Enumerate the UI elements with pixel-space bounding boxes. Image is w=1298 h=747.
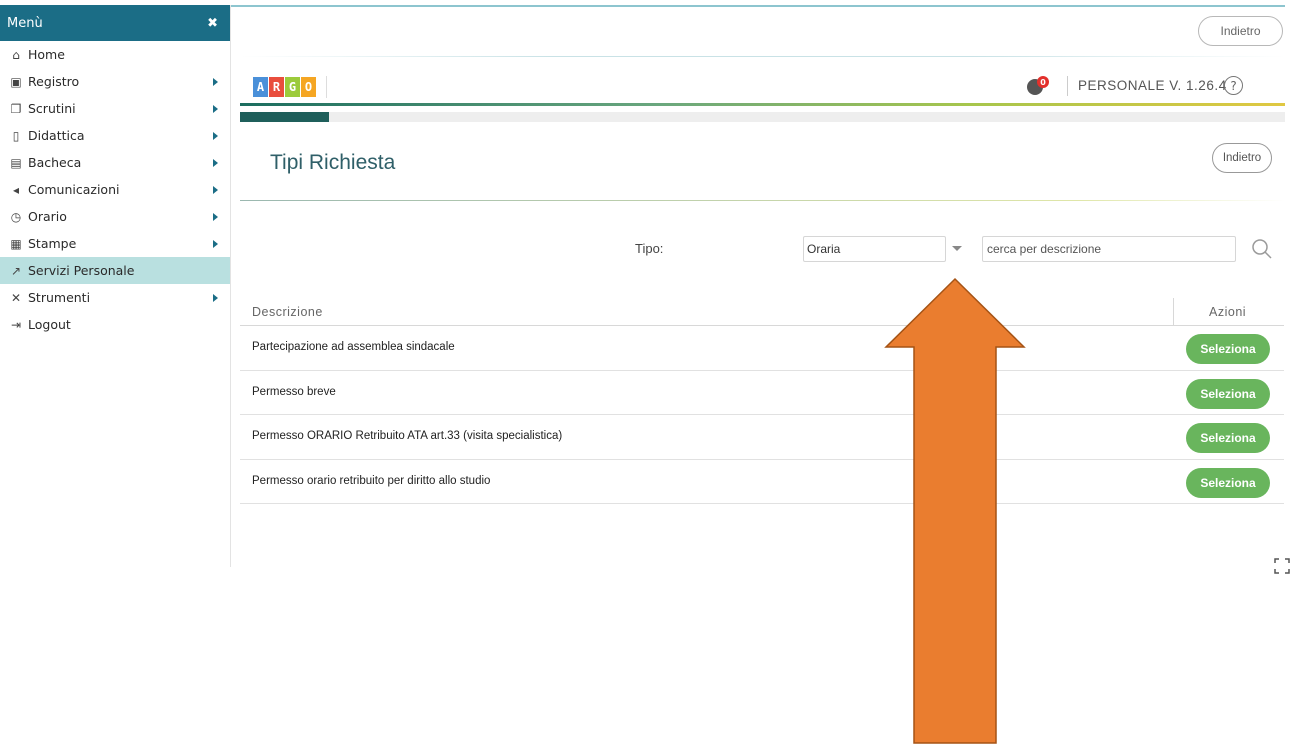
megaphone-icon: ◂	[12, 182, 20, 197]
progress-bar	[240, 112, 1285, 122]
table-row: Partecipazione ad assemblea sindacale Sel…	[240, 326, 1284, 371]
tipo-label: Tipo:	[635, 241, 664, 256]
chevron-down-icon[interactable]	[952, 246, 962, 251]
sidebar-item-servizi-personale[interactable]: ↗ Servizi Personale	[0, 257, 230, 284]
column-header-descrizione: Descrizione	[252, 305, 323, 319]
sidebar-item-label: Servizi Personale	[28, 263, 135, 278]
sidebar-item-stampe[interactable]: ▦ Stampe	[0, 230, 230, 257]
sidebar-item-label: Stampe	[28, 236, 77, 251]
document-icon: ❐	[10, 101, 22, 116]
table-row: Permesso breve Seleziona	[240, 371, 1284, 415]
help-icon[interactable]: ?	[1224, 76, 1243, 95]
sidebar-item-scrutini[interactable]: ❐ Scrutini	[0, 95, 230, 122]
tipo-select[interactable]: Oraria	[803, 236, 946, 262]
seleziona-button[interactable]: Seleziona	[1186, 467, 1270, 498]
fullscreen-icon[interactable]	[1274, 558, 1290, 574]
logo-divider	[326, 76, 327, 98]
sidebar-item-label: Comunicazioni	[28, 182, 120, 197]
sidebar-item-registro[interactable]: ▣ Registro	[0, 68, 230, 95]
chevron-right-icon	[213, 212, 218, 221]
back-button[interactable]: Indietro	[1212, 143, 1272, 173]
version-divider	[1067, 76, 1068, 96]
newspaper-icon: ▤	[10, 155, 22, 170]
sidebar-item-label: Registro	[28, 74, 80, 89]
chevron-right-icon	[213, 239, 218, 248]
header-gradient-bar	[240, 103, 1285, 106]
argo-logo: ARGO	[253, 77, 317, 97]
sidebar-item-label: Scrutini	[28, 101, 76, 116]
table-row: Permesso orario retribuito per diritto a…	[240, 460, 1284, 504]
seleziona-button[interactable]: Seleziona	[1186, 423, 1270, 453]
progress-fill	[240, 112, 329, 122]
home-icon: ⌂	[12, 47, 20, 62]
seleziona-button[interactable]: Seleziona	[1186, 334, 1270, 364]
top-border	[231, 5, 1285, 7]
notification-badge: 0	[1037, 76, 1049, 88]
chevron-right-icon	[213, 158, 218, 167]
sidebar-item-home[interactable]: ⌂ Home	[0, 41, 230, 68]
column-divider	[1173, 298, 1174, 326]
sidebar-item-label: Home	[28, 47, 65, 62]
menu-title: Menù	[7, 15, 43, 31]
page-title: Tipi Richiesta	[270, 151, 396, 174]
row-description: Partecipazione ad assemblea sindacale	[252, 341, 455, 353]
column-header-azioni: Azioni	[1209, 305, 1247, 319]
sidebar-menu: Menù ✖ ⌂ Home ▣ Registro ❐ Scrutini ▯ Didattica…	[0, 5, 231, 567]
logo-letter: A	[253, 77, 268, 97]
logo-letter: R	[269, 77, 284, 97]
sidebar-item-comunicazioni[interactable]: ◂ Comunicazioni	[0, 176, 230, 203]
top-back-button[interactable]: Indietro	[1198, 16, 1283, 46]
request-types-table: Descrizione Azioni Partecipazione ad ass…	[240, 298, 1284, 504]
chevron-right-icon	[213, 185, 218, 194]
menu-header: Menù ✖	[0, 5, 230, 41]
sidebar-item-orario[interactable]: ◷ Orario	[0, 203, 230, 230]
chevron-right-icon	[213, 104, 218, 113]
top-separator	[240, 56, 1285, 57]
tools-icon: ✕	[10, 290, 22, 305]
sidebar-item-didattica[interactable]: ▯ Didattica	[0, 122, 230, 149]
table-row: Permesso ORARIO Retribuito ATA art.33 (v…	[240, 415, 1284, 460]
row-description: Permesso ORARIO Retribuito ATA art.33 (v…	[252, 430, 563, 442]
sidebar-item-label: Strumenti	[28, 290, 91, 305]
sidebar-item-label: Logout	[28, 317, 71, 332]
clock-icon: ◷	[10, 209, 22, 224]
share-icon: ↗	[10, 263, 22, 278]
chevron-right-icon	[213, 131, 218, 140]
row-description: Permesso breve	[252, 385, 336, 398]
close-icon[interactable]: ✖	[207, 16, 218, 31]
chevron-right-icon	[213, 293, 218, 302]
book-icon: ▯	[12, 128, 20, 143]
printer-icon: ▦	[10, 236, 22, 251]
table-header: Descrizione Azioni	[240, 298, 1284, 326]
title-divider	[240, 200, 1285, 201]
sidebar-item-strumenti[interactable]: ✕ Strumenti	[0, 284, 230, 311]
sidebar-item-label: Didattica	[28, 128, 85, 143]
app-version: PERSONALE V. 1.26.4	[1078, 78, 1227, 93]
chevron-right-icon	[213, 77, 218, 86]
calendar-icon: ▣	[10, 74, 22, 89]
sidebar-item-bacheca[interactable]: ▤ Bacheca	[0, 149, 230, 176]
arrow-annotation-icon	[884, 277, 1026, 744]
notification-button[interactable]: 0	[1027, 76, 1051, 96]
search-icon[interactable]	[1251, 238, 1273, 260]
search-input[interactable]	[982, 236, 1236, 262]
seleziona-button[interactable]: Seleziona	[1186, 378, 1270, 409]
row-description: Permesso orario retribuito per diritto a…	[252, 474, 491, 487]
sidebar-item-logout[interactable]: ⇥ Logout	[0, 311, 230, 338]
app-root: Menù ✖ ⌂ Home ▣ Registro ❐ Scrutini ▯ Didattica…	[0, 0, 1298, 747]
logout-icon: ⇥	[10, 317, 22, 332]
sidebar-item-label: Orario	[28, 209, 67, 224]
logo-letter: O	[301, 77, 316, 97]
sidebar-item-label: Bacheca	[28, 155, 82, 170]
logo-letter: G	[285, 77, 300, 97]
